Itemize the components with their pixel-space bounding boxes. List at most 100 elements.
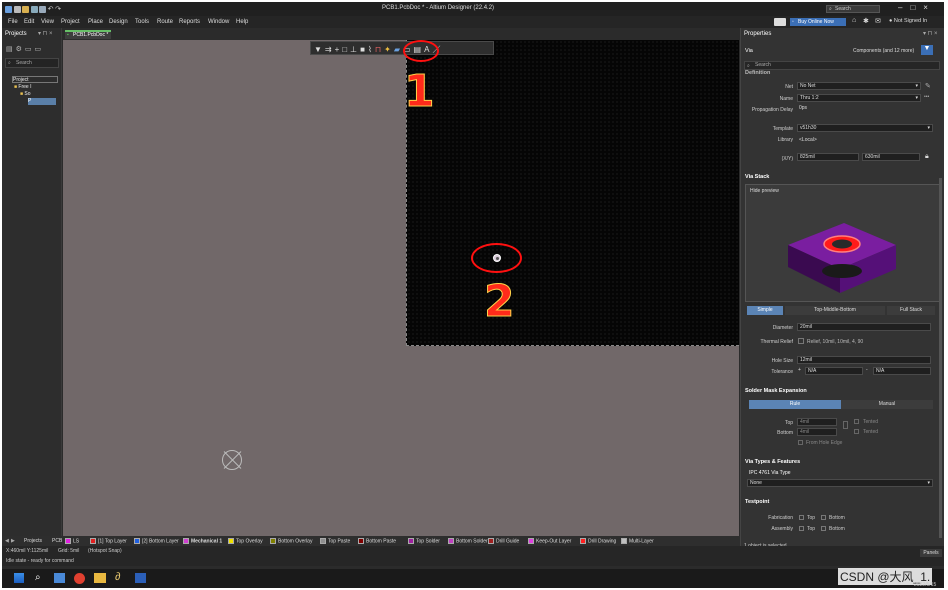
interactive-route-icon[interactable]: ⌇ — [368, 45, 375, 54]
pcb-board-area[interactable] — [406, 40, 739, 346]
app-icon[interactable] — [5, 6, 12, 14]
more-icon[interactable]: ••• — [924, 94, 929, 100]
stack-icon[interactable]: ▭ — [35, 46, 45, 53]
folder-icon[interactable]: ▭ — [25, 46, 35, 53]
menu-place[interactable]: Place — [88, 19, 103, 25]
layer-scroll-left-icon[interactable]: ◀ — [5, 538, 9, 544]
open-icon[interactable] — [22, 6, 30, 14]
mask-top-tented-checkbox[interactable] — [854, 419, 859, 424]
mask-bottom-input[interactable]: 4mil — [797, 428, 837, 436]
tab-pcb1[interactable]: ▪ PCB1.PcbDoc * — [65, 30, 111, 39]
layer-tab[interactable]: Mechanical 1 — [183, 538, 222, 544]
layer-tab[interactable]: Bottom Overlay — [270, 538, 312, 544]
filter-icon[interactable]: ▼ — [314, 45, 325, 54]
tree-item-project[interactable]: Project — [12, 76, 58, 83]
layer-tab[interactable]: Drill Guide — [488, 538, 519, 544]
tolerance-minus-input[interactable]: N/A — [873, 367, 931, 375]
layer-tab[interactable]: [1] Top Layer — [90, 538, 127, 544]
gear-small-icon[interactable]: ⚙ — [16, 46, 25, 53]
properties-scrollbar[interactable] — [939, 178, 942, 538]
menu-tools[interactable]: Tools — [135, 19, 149, 25]
menu-edit[interactable]: Edit — [24, 19, 34, 25]
stack-tab-top-middle-bottom[interactable]: Top-Middle-Bottom — [785, 306, 885, 315]
menu-project[interactable]: Project — [61, 19, 80, 25]
properties-pin-icon[interactable]: ▾ ⊓ × — [923, 30, 938, 37]
tolerance-plus-input[interactable]: N/A — [805, 367, 863, 375]
mask-tab-rule[interactable]: Rule — [749, 400, 841, 409]
altium-taskbar-icon[interactable]: ∂ — [115, 571, 120, 583]
panels-button[interactable]: Panels — [920, 549, 942, 557]
layer-tab[interactable]: [2] Bottom Layer — [134, 538, 179, 544]
asm-bottom-checkbox[interactable] — [821, 526, 826, 531]
fab-bottom-checkbox[interactable] — [821, 515, 826, 520]
layer-tab[interactable]: Keep-Out Layer — [528, 538, 571, 544]
asm-top-checkbox[interactable] — [799, 526, 804, 531]
windows-start-icon[interactable] — [14, 573, 24, 583]
stack-tab-simple[interactable]: Simple — [747, 306, 783, 315]
save-icon[interactable] — [30, 6, 38, 14]
gear-icon[interactable]: ✱ — [863, 17, 869, 25]
undo-icon[interactable]: ↶ — [48, 6, 54, 13]
menu-window[interactable]: Window — [208, 19, 229, 25]
home-icon[interactable]: ⌂ — [852, 17, 856, 24]
layer-set-tab[interactable]: LS — [65, 538, 79, 544]
filter-label[interactable]: Components (and 12 more) — [853, 48, 914, 54]
close-button[interactable]: × — [923, 3, 936, 12]
ipc-select[interactable]: None ▾ — [747, 479, 933, 487]
link-icon[interactable] — [843, 421, 848, 429]
layer-tab[interactable]: Multi-Layer — [621, 538, 654, 544]
word-icon[interactable] — [135, 573, 146, 583]
menu-design[interactable]: Design — [109, 19, 128, 25]
template-select[interactable]: v51h30 ▾ — [797, 124, 933, 132]
y-input[interactable]: 630mil — [862, 153, 920, 161]
lock-icon[interactable]: 🔒︎ — [925, 153, 929, 161]
buy-online-button[interactable]: ▫ Buy Online Now — [790, 18, 846, 26]
browser-icon[interactable] — [74, 573, 85, 584]
align-icon[interactable]: ⊥ — [350, 45, 360, 54]
mask-bottom-tented-checkbox[interactable] — [854, 429, 859, 434]
via-stack-header[interactable]: Via Stack — [745, 174, 769, 180]
via-types-header[interactable]: Via Types & Features — [745, 459, 800, 465]
solder-mask-header[interactable]: Solder Mask Expansion — [745, 388, 807, 394]
panel-pin-icon[interactable]: ▾ ⊓ × — [38, 30, 53, 37]
global-search-input[interactable]: ⌕ Search — [826, 5, 880, 13]
workspace-icon[interactable]: ▤ — [6, 46, 16, 53]
layer-tab[interactable]: Bottom Paste — [358, 538, 396, 544]
layer-tab[interactable]: Top Solder — [408, 538, 440, 544]
projects-search-input[interactable]: ⌕ Search — [5, 58, 59, 68]
menu-help[interactable]: Help — [236, 19, 248, 25]
layer-tab[interactable]: Drill Drawing — [580, 538, 616, 544]
component-icon[interactable]: ■ — [360, 45, 368, 54]
save-all-icon[interactable] — [39, 6, 47, 14]
minimize-button[interactable]: – — [898, 3, 910, 12]
mask-tab-manual[interactable]: Manual — [841, 400, 933, 409]
mask-top-input[interactable]: 4mil — [797, 418, 837, 426]
sign-in-button[interactable]: ● Not Signed In — [889, 18, 927, 24]
layer-tab[interactable]: Top Overlay — [228, 538, 263, 544]
search-icon[interactable]: ⌕ — [35, 572, 41, 583]
menu-reports[interactable]: Reports — [179, 19, 200, 25]
diameter-input[interactable]: 20mil — [797, 323, 931, 331]
pcb-bottom-tab[interactable]: PCB — [52, 538, 62, 544]
testpoint-header[interactable]: Testpoint — [745, 499, 769, 505]
hole-size-input[interactable]: 12mil — [797, 356, 931, 364]
name-select[interactable]: Thru 1:2 ▾ — [797, 94, 921, 102]
layer-scroll-right-icon[interactable]: ▶ — [11, 538, 15, 544]
chat-icon[interactable] — [774, 18, 786, 26]
via-icon[interactable]: ✦ — [384, 45, 394, 54]
properties-search-input[interactable]: ⌕ Search — [744, 61, 940, 70]
route-icon[interactable]: ⇉ — [325, 45, 335, 54]
pick-net-icon[interactable]: ✎ — [925, 82, 931, 90]
stack-tab-full-stack[interactable]: Full Stack — [887, 306, 935, 315]
diff-pair-icon[interactable]: ⊓ — [375, 45, 384, 54]
file-explorer-icon[interactable] — [94, 573, 106, 583]
thermal-relief-checkbox[interactable] — [798, 338, 804, 344]
layer-tab[interactable]: Bottom Solder — [448, 538, 488, 544]
fill-icon[interactable]: ▰ — [394, 45, 403, 54]
desktop-app-icon[interactable] — [54, 573, 65, 583]
tree-item-free[interactable]: ■ Free I — [14, 84, 31, 90]
menu-file[interactable]: File — [8, 19, 18, 25]
maximize-button[interactable]: □ — [910, 3, 923, 12]
tree-item-source[interactable]: ■ So — [20, 91, 31, 97]
menu-view[interactable]: View — [41, 19, 54, 25]
